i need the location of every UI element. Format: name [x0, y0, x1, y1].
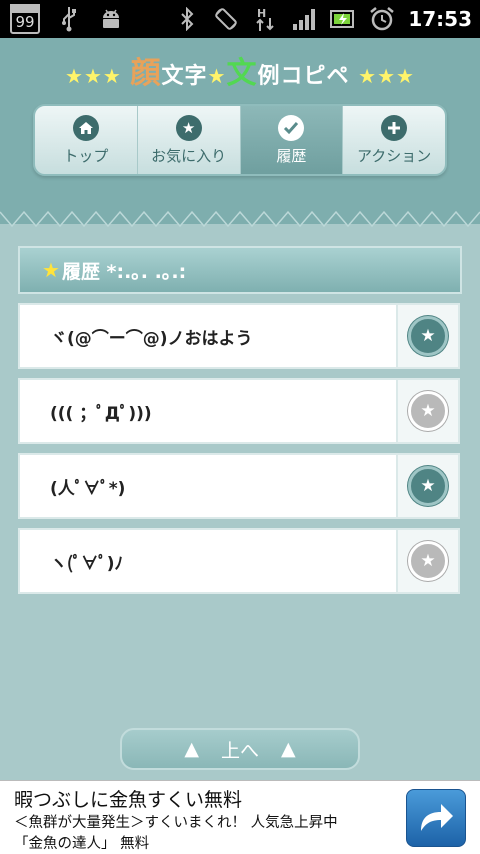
star-icon: ★ — [408, 391, 448, 431]
alarm-icon — [369, 5, 395, 33]
kaomoji-text[interactable]: ((( ；ﾟДﾟ))) — [20, 399, 396, 424]
tab-label: お気に入り — [151, 146, 227, 165]
up-arrow-icon: ▲ — [281, 738, 296, 760]
check-icon — [278, 114, 305, 141]
title-star-mid: ★ — [207, 64, 227, 88]
favorite-button[interactable]: ★ — [396, 530, 458, 592]
back-to-top-label: 上へ — [220, 739, 259, 762]
ad-text[interactable]: ＜魚群が大量発生＞すくいまくれ！ 人気急上昇中 — [14, 811, 338, 832]
usb-icon — [56, 5, 82, 33]
star-icon: ★ — [42, 258, 60, 282]
rotate-icon — [213, 5, 239, 33]
battery-icon — [330, 5, 356, 33]
calendar-day: 99 — [15, 13, 35, 31]
kaomoji-text[interactable]: ヽ(ﾟ∀ﾟ)ﾉ — [20, 549, 396, 574]
list-item[interactable]: ヽ(ﾟ∀ﾟ)ﾉ ★ — [18, 528, 460, 594]
star-icon: ★ — [175, 114, 202, 141]
home-icon — [72, 114, 99, 141]
tab-label: アクション — [356, 146, 432, 165]
star-icon: ★ — [408, 316, 448, 356]
title-stars-left: ★★★ — [65, 64, 122, 88]
favorite-button[interactable]: ★ — [396, 305, 458, 367]
kaomoji-text[interactable]: (人ﾟ∀ﾟ*) — [20, 474, 396, 499]
list-item[interactable]: ((( ；ﾟДﾟ))) ★ — [18, 378, 460, 444]
clock-time: 17:53 — [408, 7, 472, 31]
title-moji: 文字 — [161, 64, 208, 89]
tab-label: トップ — [63, 146, 109, 165]
tab-top[interactable]: トップ — [35, 106, 138, 174]
title-stars-right: ★★★ — [358, 64, 415, 88]
favorite-button[interactable]: ★ — [396, 380, 458, 442]
star-icon: ★ — [408, 541, 448, 581]
bluetooth-icon — [174, 5, 200, 33]
title-rei: 例コピペ — [257, 64, 350, 89]
list-item[interactable]: (人ﾟ∀ﾟ*) ★ — [18, 453, 460, 519]
ad-text[interactable]: 「金魚の達人」 無料 — [14, 832, 149, 853]
ad-headline[interactable]: 暇つぶしに金魚すくい無料 — [14, 785, 242, 812]
list-item[interactable]: ヾ(@⌒ー⌒@)ノおはよう ★ — [18, 303, 460, 369]
ad-banner[interactable]: 暇つぶしに金魚すくい無料 ＜魚群が大量発生＞すくいまくれ！ 人気急上昇中 「金魚… — [0, 780, 480, 854]
signal-icon — [291, 5, 317, 33]
android-debug-icon — [98, 5, 124, 33]
data-transfer-icon: H — [252, 5, 278, 33]
tab-history[interactable]: 履歴 — [240, 106, 344, 174]
section-header-history: ★ 履歴 *:.｡. .｡.: — [18, 246, 462, 294]
svg-text:H: H — [257, 7, 266, 20]
star-icon: ★ — [408, 466, 448, 506]
section-title: 履歴 *:.｡. .｡.: — [61, 260, 187, 283]
tab-bar: トップ ★ お気に入り 履歴 アクション — [33, 104, 447, 176]
app-title: ★★★ 顔文字★文例コピペ ★★★ — [0, 48, 480, 92]
calendar-icon: 99 — [10, 4, 40, 34]
up-arrow-icon: ▲ — [184, 738, 199, 760]
share-arrow-icon — [421, 804, 453, 831]
back-to-top-button[interactable]: ▲ 上へ ▲ — [120, 728, 360, 770]
title-kao: 顔 — [130, 56, 162, 91]
tab-action[interactable]: アクション — [343, 106, 445, 174]
title-bun: 文 — [226, 56, 258, 91]
tab-label: 履歴 — [276, 146, 307, 165]
status-bar: 99 H 17:53 — [0, 0, 480, 38]
ad-open-button[interactable] — [406, 789, 466, 847]
zigzag-divider — [0, 206, 480, 228]
favorite-button[interactable]: ★ — [396, 455, 458, 517]
plus-icon — [381, 114, 408, 141]
app-header: ★★★ 顔文字★文例コピペ ★★★ トップ ★ お気に入り 履歴 アクション — [0, 38, 480, 228]
tab-favorites[interactable]: ★ お気に入り — [138, 106, 241, 174]
kaomoji-text[interactable]: ヾ(@⌒ー⌒@)ノおはよう — [20, 324, 396, 349]
